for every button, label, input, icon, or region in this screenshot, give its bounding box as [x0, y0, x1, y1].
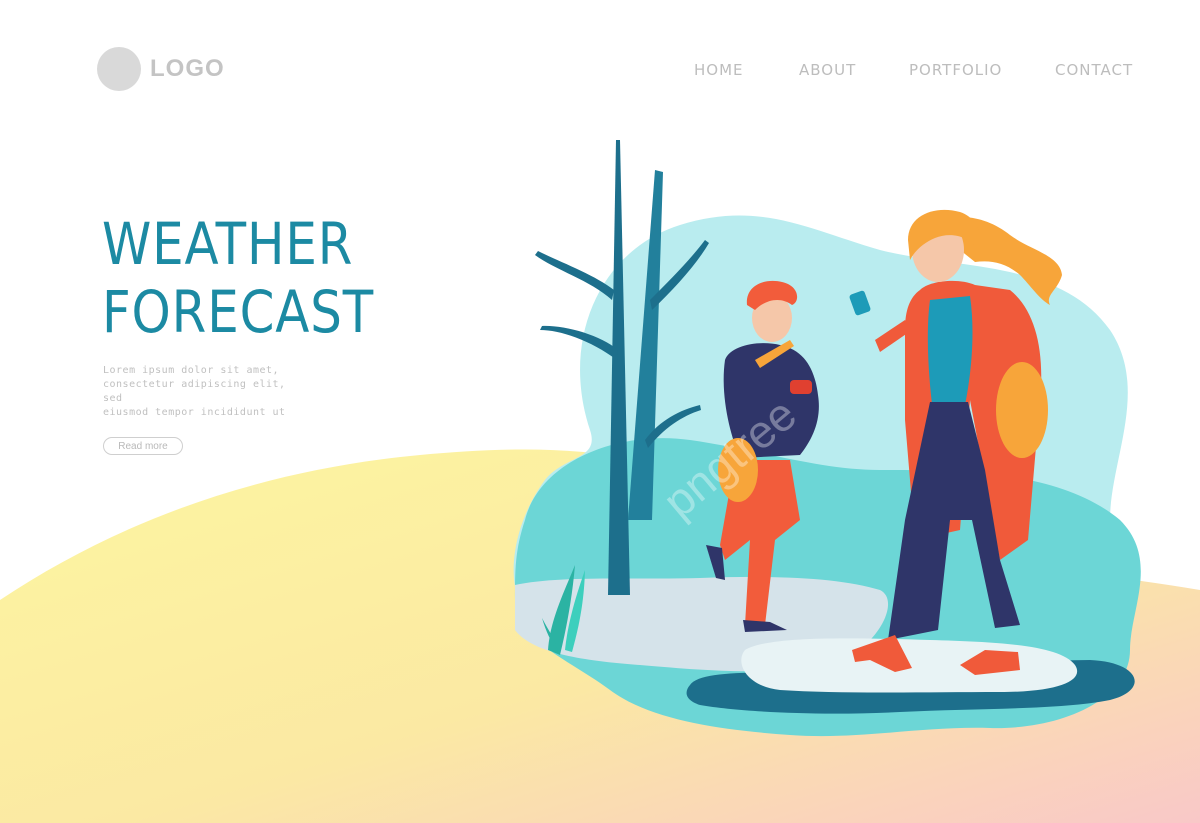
hero-title: WEATHER FORECAST — [102, 210, 374, 346]
logo-icon[interactable] — [97, 47, 141, 91]
hero-description-line-1: Lorem ipsum dolor sit amet, — [103, 365, 280, 376]
nav-about[interactable]: ABOUT — [799, 61, 856, 79]
read-more-button[interactable]: Read more — [103, 437, 183, 455]
landing-page: pngtree LOGO HOME ABOUT PORTFOLIO CONTAC… — [0, 0, 1200, 823]
hero-description-line-3: eiusmod tempor incididunt ut — [103, 407, 286, 418]
nav-home[interactable]: HOME — [694, 61, 744, 79]
site-header: LOGO HOME ABOUT PORTFOLIO CONTACT — [0, 0, 1200, 130]
hero-description: Lorem ipsum dolor sit amet, consectetur … — [103, 364, 303, 420]
hero-title-line-1: WEATHER — [102, 210, 354, 278]
logo-text[interactable]: LOGO — [150, 55, 225, 83]
hero-title-line-2: FORECAST — [102, 278, 375, 346]
hero-description-line-2: consectetur adipiscing elit, sed — [103, 379, 286, 404]
nav-portfolio[interactable]: PORTFOLIO — [909, 61, 1002, 79]
nav-contact[interactable]: CONTACT — [1055, 61, 1133, 79]
